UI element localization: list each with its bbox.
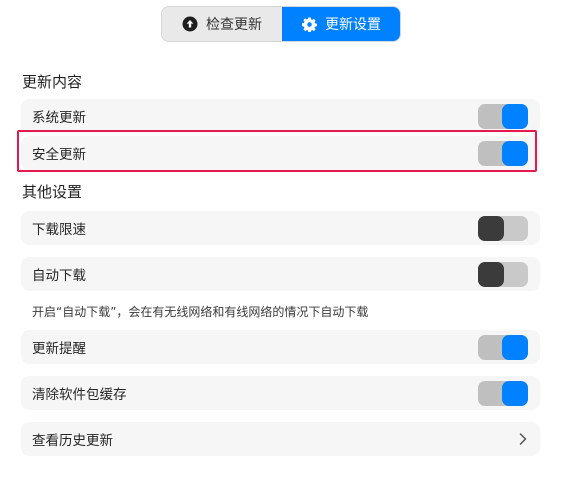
update-reminder-toggle[interactable] bbox=[478, 334, 528, 360]
setting-row-system-update: 系统更新 bbox=[21, 99, 540, 133]
clear-cache-toggle[interactable] bbox=[478, 380, 528, 406]
tab-update-settings-label: 更新设置 bbox=[325, 17, 381, 33]
arrow-up-circle-icon bbox=[182, 16, 198, 32]
setting-row-download-limit: 下载限速 bbox=[21, 211, 540, 245]
toggle-knob bbox=[502, 334, 528, 360]
download-limit-label: 下载限速 bbox=[32, 222, 86, 238]
history-label: 查看历史更新 bbox=[32, 433, 113, 449]
system-update-label: 系统更新 bbox=[32, 110, 86, 126]
chevron-right-icon bbox=[518, 433, 528, 445]
security-update-label: 安全更新 bbox=[32, 147, 86, 163]
section-title-update-content: 更新内容 bbox=[22, 73, 83, 91]
download-limit-toggle[interactable] bbox=[478, 215, 528, 241]
toggle-knob bbox=[502, 380, 528, 406]
section-title-other-settings: 其他设置 bbox=[22, 183, 83, 201]
security-update-toggle[interactable] bbox=[478, 140, 528, 166]
toggle-knob bbox=[502, 140, 528, 166]
auto-download-label: 自动下载 bbox=[32, 268, 86, 284]
update-settings-page: 检查更新 更新设置 更新内容 系统更新 安全更新 其他设置 下载限速 自动下载 bbox=[0, 0, 568, 488]
setting-row-clear-cache: 清除软件包缓存 bbox=[21, 376, 540, 410]
tab-check-update[interactable]: 检查更新 bbox=[162, 7, 282, 41]
tab-switcher: 检查更新 更新设置 bbox=[161, 6, 401, 42]
setting-row-auto-download: 自动下载 bbox=[21, 257, 540, 291]
toggle-knob bbox=[502, 103, 528, 129]
setting-row-history[interactable]: 查看历史更新 bbox=[21, 422, 540, 456]
setting-row-security-update: 安全更新 bbox=[21, 136, 540, 170]
tab-check-update-label: 检查更新 bbox=[206, 17, 262, 33]
gear-icon bbox=[302, 16, 317, 32]
setting-row-update-reminder: 更新提醒 bbox=[21, 330, 540, 364]
clear-cache-label: 清除软件包缓存 bbox=[32, 387, 127, 403]
update-reminder-label: 更新提醒 bbox=[32, 341, 86, 357]
system-update-toggle[interactable] bbox=[478, 103, 528, 129]
toggle-knob bbox=[478, 215, 504, 241]
auto-download-hint: 开启“自动下载”，会在有无线网络和有线网络的情况下自动下载 bbox=[32, 305, 369, 319]
toggle-knob bbox=[478, 261, 504, 287]
tab-update-settings[interactable]: 更新设置 bbox=[282, 7, 400, 41]
auto-download-toggle[interactable] bbox=[478, 261, 528, 287]
